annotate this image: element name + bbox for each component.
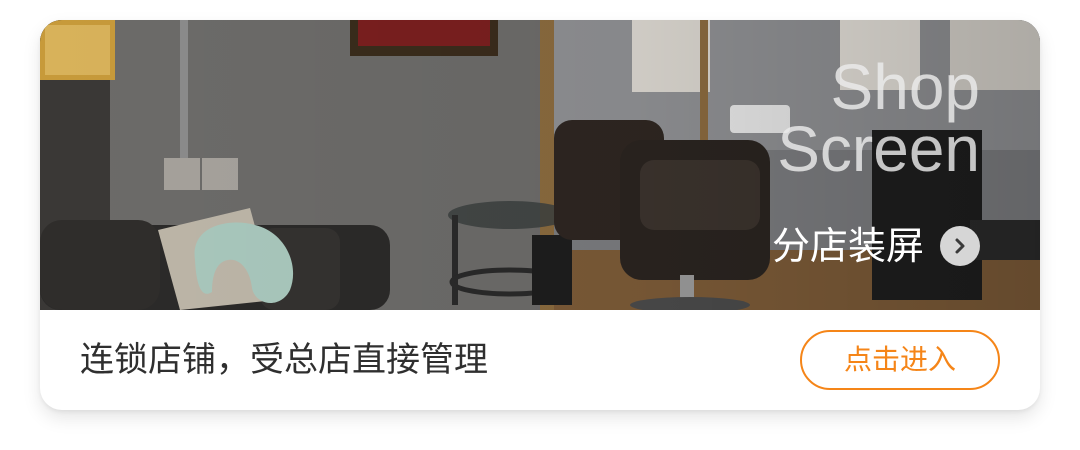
subtitle-text: 分店装屏 xyxy=(771,224,924,268)
chevron-right-icon[interactable] xyxy=(940,226,980,266)
enter-button[interactable]: 点击进入 xyxy=(800,330,1000,390)
card-description: 连锁店铺，受总店直接管理 xyxy=(80,340,488,380)
card-footer: 连锁店铺，受总店直接管理 点击进入 xyxy=(40,310,1040,410)
banner-image[interactable]: Shop Screen 分店装屏 xyxy=(40,20,1040,310)
subtitle-link[interactable]: 分店装屏 xyxy=(772,220,980,272)
headline-line-2: Screen xyxy=(777,113,980,185)
headline-line-1: Shop xyxy=(830,51,980,123)
headline: Shop Screen xyxy=(777,51,980,185)
shop-screen-card[interactable]: Shop Screen 分店装屏 连锁店铺，受总店直接管理 点击进入 xyxy=(40,20,1040,410)
